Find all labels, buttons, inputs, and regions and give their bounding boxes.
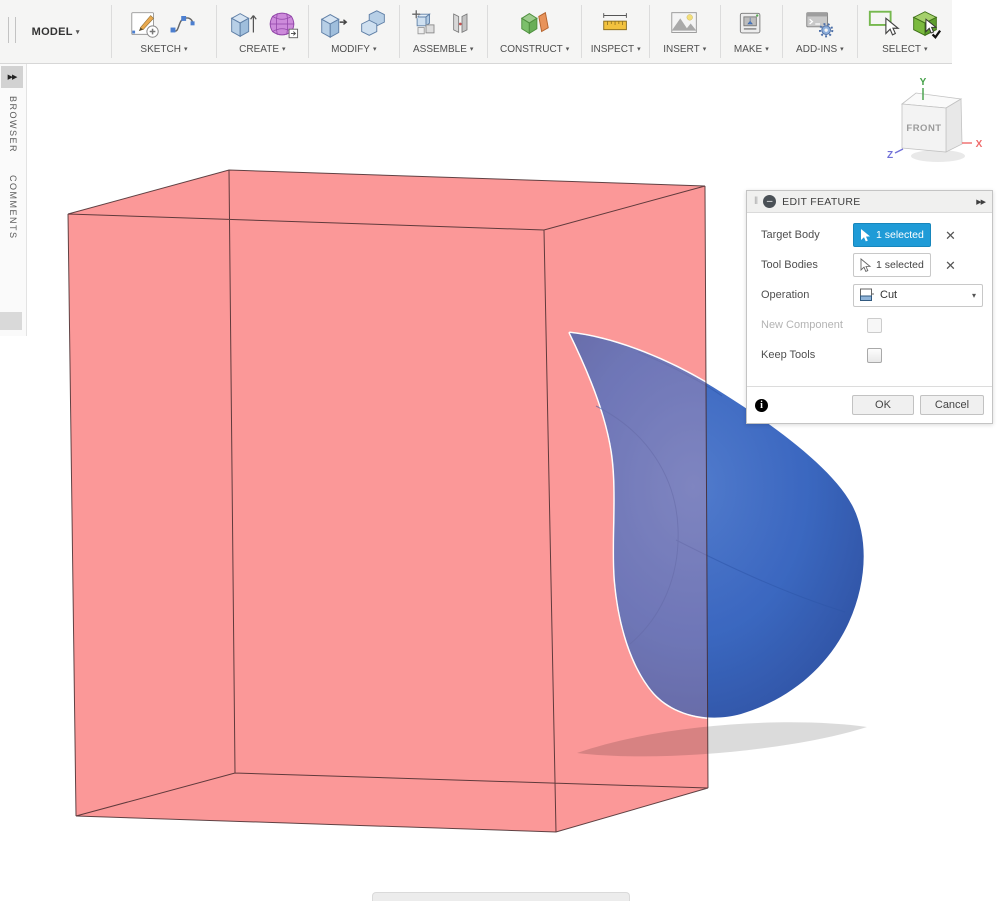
construct-menu[interactable]: CONSTRUCT ▾ (500, 44, 569, 55)
keep-tools-checkbox[interactable] (867, 347, 882, 363)
operation-row: Operation Cut ▾ (747, 280, 992, 310)
target-body-box[interactable] (68, 170, 708, 832)
cut-operation-icon (860, 288, 874, 301)
edit-feature-dialog: ‖ – EDIT FEATURE ▶▶ Target Body 1 select… (746, 190, 993, 424)
3d-print-icon[interactable] (735, 7, 767, 41)
viewcube-right-face[interactable] (945, 98, 963, 153)
caret-icon: ▾ (765, 46, 769, 53)
toolbar-group-inspect[interactable]: INSPECT ▾ (582, 0, 649, 63)
caret-icon: ▾ (702, 46, 707, 53)
top-toolbar: MODEL ▾ SKETCH ▾ CREATE ▾ MODIFY ▾ ASSEMBLE ▾ (0, 0, 952, 64)
make-menu[interactable]: MAKE ▾ (734, 44, 769, 55)
clear-tool-bodies-icon[interactable]: ✕ (945, 259, 956, 272)
double-arrow-right-icon: ▶▶ (7, 74, 18, 81)
model-workspace-label[interactable]: MODEL (32, 26, 73, 38)
toolbar-group-modify[interactable]: MODIFY ▾ (309, 0, 398, 63)
dialog-title: EDIT FEATURE (782, 195, 861, 208)
strip-scroll-handle[interactable] (0, 312, 22, 330)
dialog-expand-icon[interactable]: ▶▶ (976, 198, 986, 206)
axis-x-label: X (976, 139, 983, 150)
caret-icon: ▾ (565, 46, 570, 53)
dialog-title-bar[interactable]: ‖ – EDIT FEATURE ▶▶ (747, 191, 992, 213)
create-menu[interactable]: CREATE ▾ (239, 44, 285, 55)
viewcube-front-label: FRONT (906, 123, 941, 134)
collapse-dialog-icon[interactable]: – (763, 195, 777, 208)
toolbar-group-create[interactable]: CREATE ▾ (217, 0, 308, 63)
operation-dropdown[interactable]: Cut ▾ (853, 283, 983, 307)
sketch-menu[interactable]: SKETCH ▾ (140, 44, 187, 55)
new-component-icon[interactable] (410, 7, 442, 41)
cursor-icon (861, 228, 870, 241)
model-workspace-switcher[interactable]: MODEL ▾ (0, 0, 111, 63)
bottom-toolbar-edge[interactable] (372, 892, 630, 901)
tool-bodies-label: Tool Bodies (761, 259, 818, 271)
extrude-icon[interactable] (226, 7, 260, 41)
window-select-icon[interactable] (907, 7, 943, 41)
target-body-row: Target Body 1 selected ✕ (747, 220, 992, 250)
caret-icon: ▾ (469, 46, 474, 53)
dialog-grip-icon[interactable]: ‖ (754, 196, 758, 207)
new-component-label: New Component (761, 319, 843, 331)
chevron-down-icon: ▾ (971, 290, 976, 300)
insert-image-icon[interactable] (668, 7, 702, 41)
toolbar-group-select[interactable]: SELECT ▾ (858, 0, 952, 63)
measure-icon[interactable] (599, 7, 633, 41)
info-icon[interactable]: i (755, 398, 768, 412)
spline-icon[interactable] (167, 7, 199, 41)
toolbar-group-assemble[interactable]: ASSEMBLE ▾ (400, 0, 487, 63)
axis-y-label: Y (920, 77, 927, 88)
toolbar-group-construct[interactable]: CONSTRUCT ▾ (488, 0, 581, 63)
caret-icon: ▾ (924, 46, 928, 53)
caret-icon: ▾ (282, 46, 286, 53)
scripts-addins-icon[interactable] (803, 7, 837, 41)
caret-icon: ▾ (75, 28, 80, 36)
addins-menu[interactable]: ADD-INS ▾ (796, 44, 844, 55)
browser-tab[interactable]: BROWSER (8, 96, 18, 153)
ok-button[interactable]: OK (852, 395, 914, 415)
viewcube[interactable]: FRONT Y X Z (878, 68, 993, 168)
joint-icon[interactable] (447, 7, 477, 41)
modify-menu[interactable]: MODIFY ▾ (331, 44, 376, 55)
keep-tools-row: Keep Tools (747, 340, 992, 370)
tool-bodies-selection-chip[interactable]: 1 selected (853, 253, 931, 277)
viewcube-shadow (911, 150, 965, 162)
keep-tools-label: Keep Tools (761, 349, 816, 361)
combine-icon[interactable] (356, 7, 390, 41)
canvas-3d-viewport[interactable] (0, 0, 1001, 898)
toolbar-group-make[interactable]: MAKE ▾ (721, 0, 783, 63)
expand-browser-button[interactable]: ▶▶ (1, 66, 23, 88)
caret-icon: ▾ (372, 46, 377, 53)
toolbar-group-sketch[interactable]: SKETCH ▾ (112, 0, 215, 63)
toolbar-group-insert[interactable]: INSERT ▾ (650, 0, 720, 63)
inspect-menu[interactable]: INSPECT ▾ (591, 44, 641, 55)
caret-icon: ▾ (183, 46, 188, 53)
construct-plane-icon[interactable] (517, 7, 553, 41)
assemble-menu[interactable]: ASSEMBLE ▾ (413, 44, 473, 55)
press-pull-icon[interactable] (317, 7, 351, 41)
insert-menu[interactable]: INSERT ▾ (663, 44, 706, 55)
cursor-icon (860, 257, 872, 272)
left-panel-strip: ▶▶ BROWSER COMMENTS (0, 64, 27, 336)
comments-tab[interactable]: COMMENTS (8, 175, 18, 240)
tool-bodies-row: Tool Bodies 1 selected ✕ (747, 250, 992, 280)
toolbar-group-addins[interactable]: ADD-INS ▾ (783, 0, 857, 63)
new-component-checkbox (867, 317, 882, 333)
select-icon[interactable] (866, 7, 902, 41)
new-component-row: New Component (747, 310, 992, 340)
dialog-footer: i OK Cancel (747, 386, 992, 423)
caret-icon: ▾ (840, 46, 844, 53)
caret-icon: ▾ (637, 46, 641, 53)
clear-target-body-icon[interactable]: ✕ (945, 229, 956, 242)
target-body-selection-chip[interactable]: 1 selected (853, 223, 931, 247)
axis-z-label: Z (887, 150, 893, 161)
select-menu[interactable]: SELECT ▾ (882, 44, 927, 55)
create-sketch-icon[interactable] (128, 7, 162, 41)
operation-label: Operation (761, 289, 810, 301)
cancel-button[interactable]: Cancel (920, 395, 984, 415)
toolbar-grip-icon[interactable] (8, 17, 16, 43)
target-body-label: Target Body (761, 229, 820, 241)
create-form-icon[interactable] (265, 7, 299, 41)
